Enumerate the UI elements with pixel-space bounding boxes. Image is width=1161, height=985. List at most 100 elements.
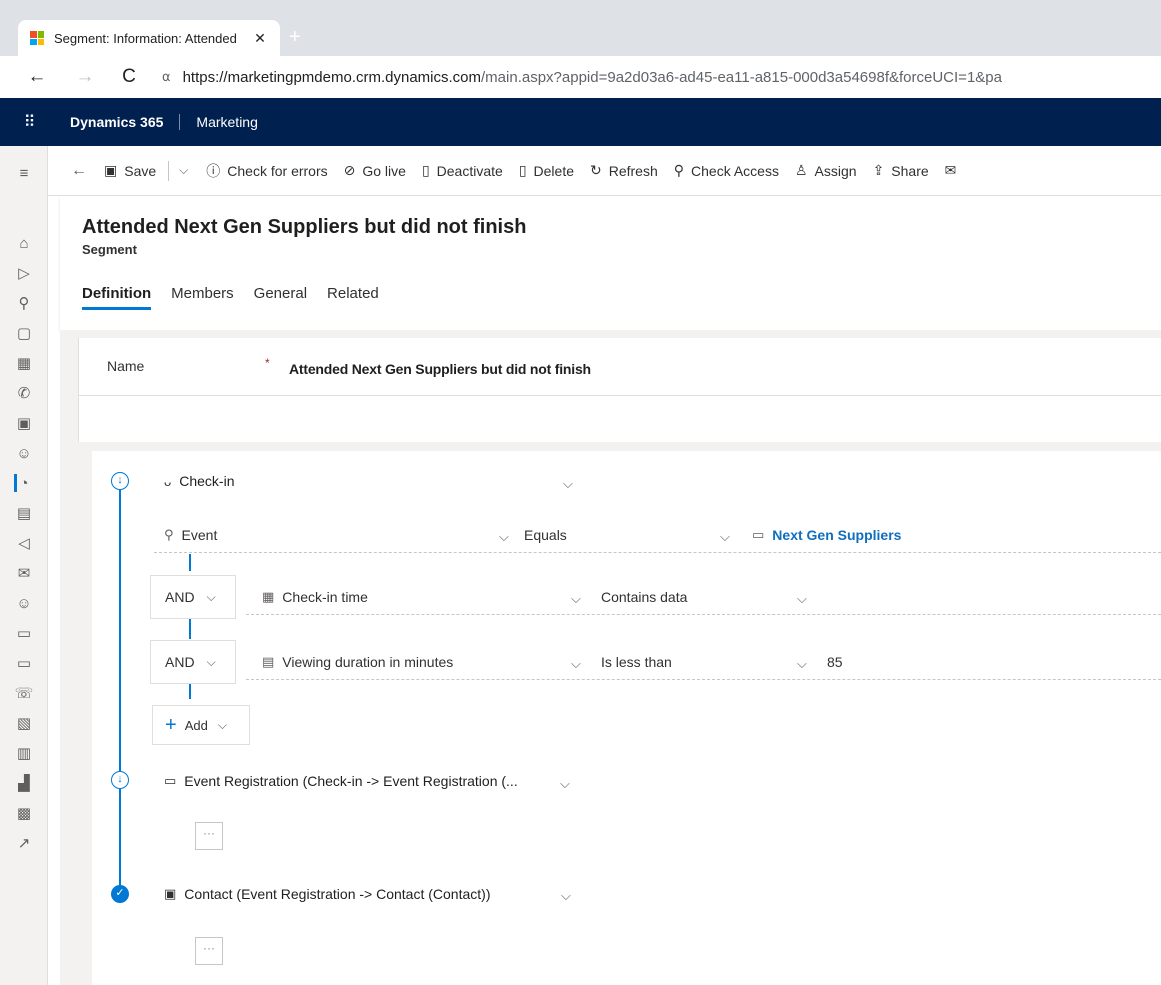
segment-icon[interactable]: ◔	[0, 468, 48, 498]
chevron-down-icon: ⌵	[206, 589, 216, 604]
field-checkin-time[interactable]: ▦ Check-in time	[262, 589, 368, 605]
deactivate-button[interactable]: ▯ Deactivate	[422, 162, 503, 179]
document-icon[interactable]: ▢	[0, 318, 48, 348]
chevron-down-icon[interactable]: ⌵	[561, 888, 571, 904]
browser-tab-title: Segment: Information: Attended	[54, 30, 237, 46]
value-field[interactable]: 85	[827, 654, 843, 670]
key-icon: ⚲	[673, 162, 685, 178]
condition-row: ▦ Check-in time ⌵ Contains data ⌵	[246, 579, 1161, 615]
operator-equals[interactable]: Equals	[524, 527, 567, 543]
entity-checkin[interactable]: ᴗ Check-in	[164, 473, 234, 489]
chevron-down-icon[interactable]: ⌵	[720, 529, 730, 545]
reload-icon[interactable]: C	[114, 66, 144, 88]
home-icon[interactable]: ⌂	[0, 228, 48, 258]
lock-icon: ⍺	[162, 69, 171, 84]
empty-group-placeholder[interactable]: ···	[195, 937, 223, 965]
brand-name[interactable]: Dynamics 365	[70, 114, 181, 130]
search-icon: ⚲	[164, 527, 174, 542]
task-icon[interactable]: ▣	[0, 408, 48, 438]
url-path: /main.aspx?appid=9a2d03a6-ad45-ea11-a815…	[481, 68, 1002, 86]
mail-icon[interactable]: ✉	[0, 558, 48, 588]
browser-tab[interactable]: Segment: Information: Attended ✕	[18, 20, 280, 56]
check-circle-icon: ⊘	[343, 162, 356, 178]
value-lookup[interactable]: ▭ Next Gen Suppliers	[752, 527, 901, 543]
module-name[interactable]: Marketing	[196, 114, 257, 130]
address-bar-row: ← → C ⍺ https://marketingpmdemo.crm.dyna…	[0, 56, 1161, 98]
close-tab-icon[interactable]: ✕	[250, 30, 270, 47]
event-calendar-icon[interactable]: ▭	[0, 648, 48, 678]
headset-icon[interactable]: ☏	[0, 678, 48, 708]
segment-designer: ↓ ᴗ Check-in ⌵ ⚲ Event ⌵ Equals ⌵ ▭ Next…	[92, 451, 1161, 985]
url-field[interactable]: ⍺ https://marketingpmdemo.crm.dynamics.c…	[162, 62, 1161, 92]
command-bar: ← ▣ Save ⌵ ⓘ Check for errors ⊘ Go live …	[48, 146, 1161, 196]
chevron-down-icon[interactable]: ⌵	[571, 656, 581, 672]
pin-icon[interactable]: ⚲	[0, 288, 48, 318]
name-field-row: Name * Attended Next Gen Suppliers but d…	[79, 338, 1161, 396]
microsoft-logo-icon	[30, 31, 44, 45]
chevron-down-icon[interactable]: ⌵	[571, 591, 581, 607]
required-indicator: *	[265, 356, 270, 370]
tab-definition[interactable]: Definition	[82, 285, 152, 310]
delete-button[interactable]: ▯ Delete	[519, 162, 574, 179]
email-link-button[interactable]: ✉	[945, 162, 964, 179]
entity-contact[interactable]: ▣ Contact (Event Registration -> Contact…	[164, 886, 490, 902]
go-live-button[interactable]: ⊘ Go live	[344, 162, 406, 179]
url-host: https://marketingpmdemo.crm.dynamics.com	[182, 68, 482, 86]
save-button[interactable]: ▣ Save	[104, 162, 156, 179]
datetime-icon: ▦	[262, 589, 275, 604]
chevron-down-icon[interactable]: ⌵	[499, 529, 509, 545]
play-icon[interactable]: ▷	[0, 258, 48, 288]
app-launcher-icon[interactable]: ⠿	[0, 112, 60, 132]
chevron-down-icon[interactable]: ⌵	[797, 591, 807, 607]
user-card-icon[interactable]: ▟	[0, 768, 48, 798]
event-icon[interactable]: ▭	[0, 618, 48, 648]
form-tabs: Definition Members General Related	[82, 285, 379, 310]
tab-related[interactable]: Related	[327, 285, 379, 310]
tab-members[interactable]: Members	[171, 285, 234, 310]
deactivate-icon: ▯	[421, 162, 430, 178]
group-collapse-icon[interactable]: ↓	[111, 472, 129, 490]
calendar-icon[interactable]: ▦	[0, 348, 48, 378]
smiley-icon[interactable]: ☺	[0, 588, 48, 618]
field-viewing-duration[interactable]: ▤ Viewing duration in minutes	[262, 654, 453, 670]
redirect-icon[interactable]: ↗	[0, 828, 48, 858]
hamburger-menu-icon[interactable]: ≡	[0, 158, 48, 188]
operator-is-less-than[interactable]: Is less than	[601, 654, 672, 670]
group-collapse-icon[interactable]: ↓	[111, 771, 129, 789]
forward-arrow-icon[interactable]: →	[70, 66, 100, 88]
and-operator[interactable]: AND ⌵	[150, 575, 236, 619]
group-complete-icon[interactable]: ✓	[111, 885, 129, 903]
share-button[interactable]: ⇪ Share	[873, 162, 929, 179]
chevron-down-icon[interactable]: ⌵	[560, 776, 570, 792]
new-tab-button[interactable]: +	[289, 26, 301, 49]
email-link-icon: ✉	[944, 162, 957, 178]
and-operator[interactable]: AND ⌵	[150, 640, 236, 684]
empty-group-placeholder[interactable]: ···	[195, 822, 223, 850]
back-icon[interactable]: ←	[62, 162, 96, 180]
phone-icon[interactable]: ✆	[0, 378, 48, 408]
check-for-errors-button[interactable]: ⓘ Check for errors	[206, 161, 327, 181]
layout-icon[interactable]: ▩	[0, 798, 48, 828]
form-search-icon[interactable]: ▧	[0, 708, 48, 738]
refresh-button[interactable]: ↻ Refresh	[590, 162, 658, 179]
entity-event-registration[interactable]: ▭ Event Registration (Check-in -> Event …	[164, 773, 518, 789]
chevron-down-icon[interactable]: ⌵	[797, 656, 807, 672]
megaphone-icon[interactable]: ◁	[0, 528, 48, 558]
operator-contains-data[interactable]: Contains data	[601, 589, 687, 605]
email-template-icon[interactable]: ▤	[0, 498, 48, 528]
chevron-down-icon[interactable]: ⌵	[563, 476, 573, 492]
checkin-icon: ᴗ	[164, 473, 172, 489]
check-access-button[interactable]: ⚲ Check Access	[674, 162, 779, 179]
chevron-down-icon[interactable]: ⌵	[179, 163, 188, 178]
info-icon: ⓘ	[206, 162, 221, 179]
back-arrow-icon[interactable]: ←	[22, 66, 52, 88]
condition-connector	[189, 617, 191, 639]
tab-general[interactable]: General	[254, 285, 307, 310]
name-field[interactable]: Attended Next Gen Suppliers but did not …	[289, 361, 591, 377]
page-icon[interactable]: ▥	[0, 738, 48, 768]
add-button[interactable]: + Add ⌵	[152, 705, 250, 745]
contact-icon[interactable]: ☺	[0, 438, 48, 468]
field-event[interactable]: ⚲ Event	[164, 527, 217, 543]
form-body: Name * Attended Next Gen Suppliers but d…	[60, 330, 1161, 985]
assign-button[interactable]: ♙ Assign	[795, 162, 857, 179]
